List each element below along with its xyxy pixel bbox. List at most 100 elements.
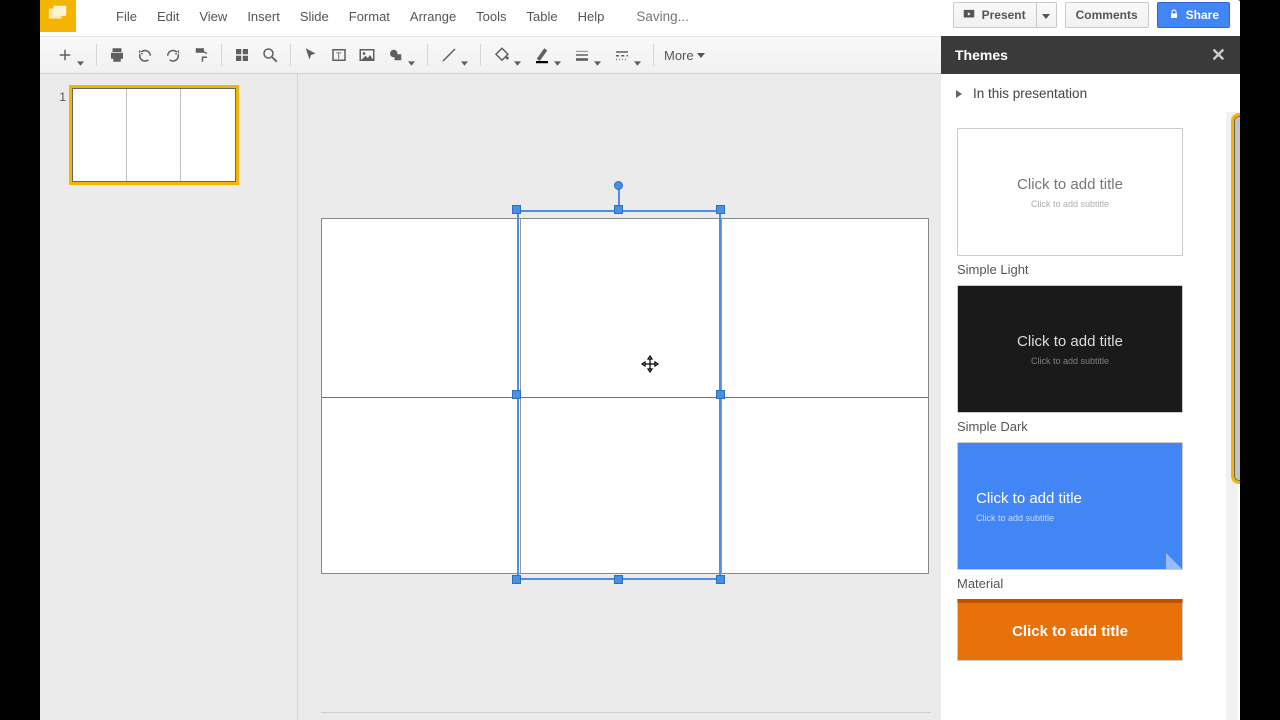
resize-handle-n[interactable] — [614, 205, 623, 214]
separator — [96, 44, 97, 66]
separator — [221, 44, 222, 66]
theme-card-material: Click to add title Click to add subtitle… — [957, 442, 1224, 591]
resize-handle-e[interactable] — [716, 390, 725, 399]
separator — [427, 44, 428, 66]
menu-table[interactable]: Table — [517, 3, 568, 30]
selection-box[interactable] — [517, 210, 721, 580]
themes-title: Themes — [955, 47, 1008, 63]
theme-thumb-title: Click to add title — [1017, 176, 1123, 193]
theme-thumb-sub: Click to add subtitle — [1031, 199, 1109, 209]
scrollbar-thumb[interactable] — [1234, 116, 1240, 481]
slide-thumbnail-panel: 1 — [40, 74, 298, 720]
select-tool[interactable] — [299, 43, 323, 67]
menu-view[interactable]: View — [189, 3, 237, 30]
page-curl-icon — [1166, 553, 1182, 569]
undo-button[interactable] — [133, 43, 157, 67]
line-tool[interactable] — [436, 43, 472, 67]
slide-thumbnail-image[interactable] — [72, 88, 236, 182]
themes-header: Themes ✕ — [941, 36, 1240, 74]
image-tool[interactable] — [355, 43, 379, 67]
resize-handle-s[interactable] — [614, 575, 623, 584]
caret-down-icon — [408, 53, 415, 58]
resize-handle-ne[interactable] — [716, 205, 725, 214]
resize-handle-w[interactable] — [512, 390, 521, 399]
fill-color-button[interactable] — [489, 43, 525, 67]
separator — [480, 44, 481, 66]
theme-thumb-sub: Click to add subtitle — [976, 513, 1054, 523]
caret-down-icon — [594, 53, 601, 58]
canvas-footer — [321, 712, 931, 718]
menu-slide[interactable]: Slide — [290, 3, 339, 30]
themes-scrollbar[interactable] — [1226, 112, 1238, 720]
themes-section-label: In this presentation — [973, 86, 1087, 101]
more-button[interactable]: More — [660, 48, 709, 63]
zoom-button[interactable] — [258, 43, 282, 67]
themes-section-header[interactable]: In this presentation — [941, 74, 1240, 112]
slide-thumbnail[interactable]: 1 — [48, 88, 289, 182]
themes-body: Click to add title Click to add subtitle… — [941, 112, 1240, 720]
menu-file[interactable]: File — [106, 3, 147, 30]
theme-thumbnail[interactable]: Click to add title — [957, 599, 1183, 661]
present-button[interactable]: Present — [953, 2, 1037, 28]
share-button-label: Share — [1186, 8, 1219, 22]
shape-tool[interactable] — [383, 43, 419, 67]
line-weight-button[interactable] — [569, 43, 605, 67]
paint-format-button[interactable] — [189, 43, 213, 67]
share-button[interactable]: Share — [1157, 2, 1230, 28]
comments-button[interactable]: Comments — [1065, 2, 1149, 28]
caret-down-icon — [1042, 8, 1050, 22]
separator — [653, 44, 654, 66]
menu-tools[interactable]: Tools — [466, 3, 516, 30]
app-window: File Edit View Insert Slide Format Arran… — [40, 0, 1240, 720]
menubar: File Edit View Insert Slide Format Arran… — [40, 0, 1240, 32]
theme-thumbnail[interactable]: Click to add title Click to add subtitle — [957, 285, 1183, 413]
close-icon[interactable]: ✕ — [1211, 45, 1226, 66]
resize-handle-se[interactable] — [716, 575, 725, 584]
caret-down-icon — [697, 53, 705, 58]
theme-list: Click to add title Click to add subtitle… — [941, 112, 1240, 685]
slide-number: 1 — [48, 88, 66, 104]
new-slide-button[interactable] — [52, 43, 88, 67]
theme-label: Simple Dark — [957, 419, 1224, 434]
separator — [290, 44, 291, 66]
theme-thumb-title: Click to add title — [1017, 333, 1123, 350]
play-icon — [962, 7, 982, 24]
caret-down-icon — [554, 53, 561, 58]
top-right-buttons: Present Comments Share — [953, 0, 1230, 30]
theme-thumbnail[interactable]: Click to add title Click to add subtitle — [957, 442, 1183, 570]
theme-thumb-title: Click to add title — [1012, 623, 1128, 640]
theme-thumb-sub: Click to add subtitle — [1031, 356, 1109, 366]
present-button-group: Present — [953, 2, 1057, 28]
canvas-area[interactable] — [298, 74, 941, 720]
move-cursor-icon — [641, 355, 659, 373]
present-dropdown[interactable] — [1037, 2, 1057, 28]
redo-button[interactable] — [161, 43, 185, 67]
more-label: More — [664, 48, 694, 63]
zoom-fit-button[interactable] — [230, 43, 254, 67]
theme-card-simple-dark: Click to add title Click to add subtitle… — [957, 285, 1224, 434]
menu-edit[interactable]: Edit — [147, 3, 189, 30]
triangle-right-icon — [955, 86, 973, 101]
line-color-button[interactable] — [529, 43, 565, 67]
caret-down-icon — [514, 53, 521, 58]
line-dash-button[interactable] — [609, 43, 645, 67]
theme-thumbnail[interactable]: Click to add title Click to add subtitle — [957, 128, 1183, 256]
textbox-tool[interactable]: T — [327, 43, 351, 67]
slides-icon — [47, 5, 69, 28]
save-status: Saving... — [636, 9, 689, 24]
menu-format[interactable]: Format — [339, 3, 400, 30]
resize-handle-nw[interactable] — [512, 205, 521, 214]
menu-help[interactable]: Help — [568, 3, 615, 30]
lock-icon — [1168, 8, 1186, 23]
comments-button-label: Comments — [1076, 8, 1138, 22]
caret-down-icon — [77, 53, 84, 58]
print-button[interactable] — [105, 43, 129, 67]
menu-insert[interactable]: Insert — [237, 3, 290, 30]
svg-text:T: T — [336, 51, 342, 61]
theme-label: Material — [957, 576, 1224, 591]
present-button-label: Present — [982, 8, 1026, 22]
resize-handle-sw[interactable] — [512, 575, 521, 584]
rotate-handle[interactable] — [614, 181, 623, 190]
app-logo[interactable] — [40, 0, 76, 32]
menu-arrange[interactable]: Arrange — [400, 3, 466, 30]
